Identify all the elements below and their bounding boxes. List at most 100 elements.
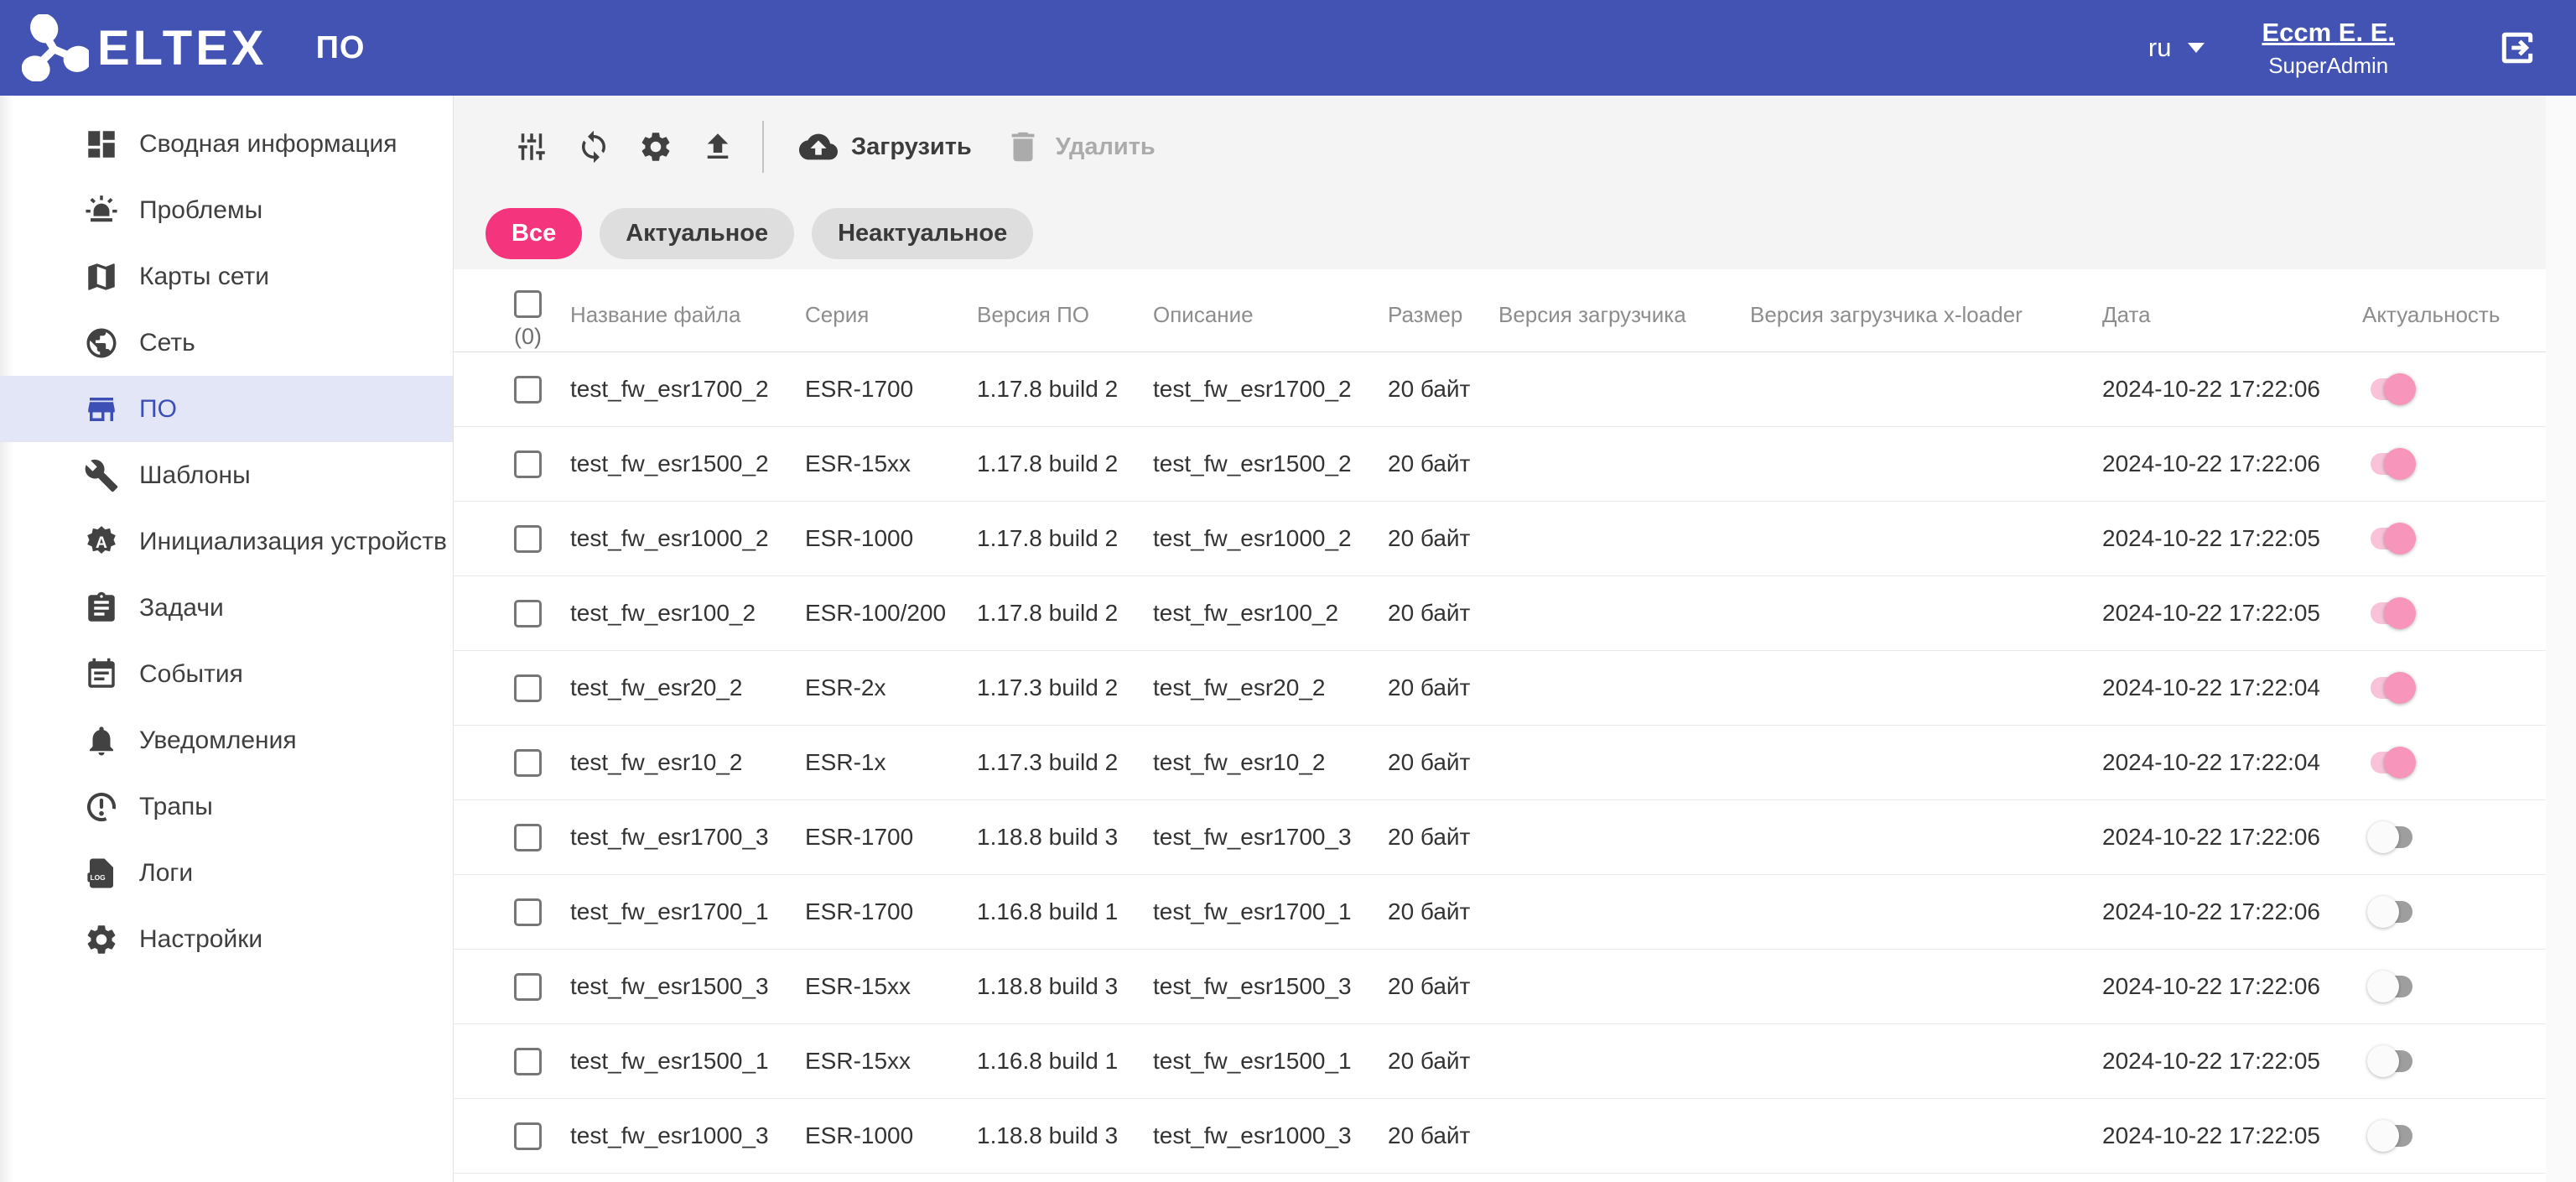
upload-firmware-label: Загрузить bbox=[851, 133, 972, 161]
cell-description: test_fw_esr1500_3 bbox=[1136, 950, 1371, 1023]
cell-description: test_fw_esr100_2 bbox=[1136, 576, 1371, 650]
cell-xloader bbox=[1733, 502, 2085, 575]
refresh-button[interactable] bbox=[576, 129, 611, 164]
cell-version: 1.17.3 build 2 bbox=[960, 651, 1136, 725]
sidebar-item-settings[interactable]: Настройки bbox=[0, 906, 453, 972]
sidebar-item-label: События bbox=[139, 660, 243, 689]
logout-button[interactable] bbox=[2496, 26, 2539, 70]
actuality-toggle[interactable] bbox=[2371, 378, 2412, 400]
cell-series: ESR-1700 bbox=[788, 875, 960, 949]
cell-series: ESR-1000 bbox=[788, 1099, 960, 1173]
cell-bootloader bbox=[1482, 726, 1733, 799]
sidebar-item-templates[interactable]: Шаблоны bbox=[0, 442, 453, 508]
row-checkbox[interactable] bbox=[514, 450, 542, 478]
table-settings-button[interactable] bbox=[638, 129, 673, 164]
cell-xloader bbox=[1733, 1024, 2085, 1098]
delete-firmware-button[interactable]: Удалить bbox=[1004, 128, 1156, 166]
firmware-table: (0) Название файла Серия Версия ПО Описа… bbox=[454, 269, 2546, 1182]
sidebar-item-icon bbox=[84, 591, 119, 626]
actuality-toggle[interactable] bbox=[2371, 976, 2412, 997]
sidebar-item-label: Уведомления bbox=[139, 726, 297, 755]
cell-size: 20 байт bbox=[1371, 502, 1482, 575]
actuality-toggle[interactable] bbox=[2371, 826, 2412, 848]
actuality-toggle[interactable] bbox=[2371, 528, 2412, 549]
actuality-toggle[interactable] bbox=[2371, 901, 2412, 923]
filter-chip-label: Неактуальное bbox=[838, 220, 1007, 247]
language-selector[interactable]: ru bbox=[2148, 33, 2205, 63]
sidebar-item-network-maps[interactable]: Карты сети bbox=[0, 243, 453, 310]
sidebar-item-label: Инициализация устройств bbox=[139, 528, 447, 556]
sidebar-item-label: Карты сети bbox=[139, 263, 269, 291]
sidebar-item-label: Логи bbox=[139, 859, 193, 888]
trash-icon bbox=[1004, 128, 1042, 166]
filter-chip-all[interactable]: Все bbox=[486, 208, 582, 259]
actuality-toggle[interactable] bbox=[2371, 677, 2412, 699]
app-header: ELTEX ПО ru Eccm E. E. SuperAdmin bbox=[0, 0, 2576, 96]
actuality-toggle[interactable] bbox=[2371, 752, 2412, 773]
row-checkbox[interactable] bbox=[514, 674, 542, 702]
row-checkbox[interactable] bbox=[514, 1048, 542, 1075]
cell-version: 1.16.8 build 1 bbox=[960, 875, 1136, 949]
cell-version: 1.17.8 build 2 bbox=[960, 352, 1136, 426]
cell-series: ESR-15xx bbox=[788, 427, 960, 501]
cell-series: ESR-1700 bbox=[788, 352, 960, 426]
cell-series: ESR-1x bbox=[788, 726, 960, 799]
cell-file-name: test_fw_esr1000_2 bbox=[553, 502, 788, 575]
user-name-link[interactable]: Eccm E. E. bbox=[2262, 18, 2395, 48]
column-header-series: Серия bbox=[788, 269, 960, 351]
sidebar-item-device-init[interactable]: Инициализация устройств bbox=[0, 508, 453, 575]
row-checkbox[interactable] bbox=[514, 1122, 542, 1150]
sidebar-item-icon bbox=[84, 723, 119, 758]
actuality-toggle[interactable] bbox=[2371, 1050, 2412, 1072]
page-title: ПО bbox=[316, 30, 366, 66]
column-header-xloader: Версия загрузчика x-loader bbox=[1733, 269, 2085, 351]
sidebar-item-icon bbox=[84, 856, 119, 891]
filter-columns-button[interactable] bbox=[514, 129, 549, 164]
sidebar-item-problems[interactable]: Проблемы bbox=[0, 177, 453, 243]
row-checkbox[interactable] bbox=[514, 600, 542, 627]
row-checkbox[interactable] bbox=[514, 376, 542, 404]
gear-icon bbox=[638, 129, 673, 164]
cell-series: ESR-1000 bbox=[788, 502, 960, 575]
table-row: test_fw_esr1700_2 ESR-1700 1.17.8 build … bbox=[454, 352, 2546, 427]
actuality-toggle[interactable] bbox=[2371, 1125, 2412, 1147]
sidebar-item-network[interactable]: Сеть bbox=[0, 310, 453, 376]
cell-size: 20 байт bbox=[1371, 651, 1482, 725]
cell-file-name: test_fw_esr1500_2 bbox=[553, 427, 788, 501]
sidebar-item-traps[interactable]: Трапы bbox=[0, 773, 453, 840]
row-checkbox[interactable] bbox=[514, 525, 542, 553]
row-checkbox[interactable] bbox=[514, 824, 542, 851]
row-checkbox[interactable] bbox=[514, 973, 542, 1001]
actuality-toggle[interactable] bbox=[2371, 602, 2412, 624]
scrollbar-gutter[interactable] bbox=[2546, 96, 2576, 1182]
upload-firmware-button[interactable]: Загрузить bbox=[799, 128, 972, 166]
cell-date: 2024-10-22 17:22:05 bbox=[2085, 1024, 2345, 1098]
export-button[interactable] bbox=[700, 129, 735, 164]
cell-series: ESR-15xx bbox=[788, 1024, 960, 1098]
cell-description: test_fw_esr1700_1 bbox=[1136, 875, 1371, 949]
cell-file-name: test_fw_esr1500_1 bbox=[553, 1024, 788, 1098]
cell-version: 1.18.8 build 3 bbox=[960, 1099, 1136, 1173]
sidebar-item-summary[interactable]: Сводная информация bbox=[0, 111, 453, 177]
sidebar-item-icon bbox=[84, 657, 119, 692]
filter-chip-inactive[interactable]: Неактуальное bbox=[812, 208, 1033, 259]
cell-description: test_fw_esr20_2 bbox=[1136, 651, 1371, 725]
user-menu[interactable]: Eccm E. E. SuperAdmin bbox=[2262, 18, 2395, 79]
cell-xloader bbox=[1733, 800, 2085, 874]
row-checkbox[interactable] bbox=[514, 898, 542, 926]
cell-description: test_fw_esr1700_3 bbox=[1136, 800, 1371, 874]
select-all-checkbox[interactable] bbox=[514, 290, 542, 318]
sidebar-item-notifications[interactable]: Уведомления bbox=[0, 707, 453, 773]
filter-chip-actual[interactable]: Актуальное bbox=[600, 208, 794, 259]
sidebar-item-software[interactable]: ПО bbox=[0, 376, 453, 442]
cell-size: 20 байт bbox=[1371, 726, 1482, 799]
sidebar-item-logs[interactable]: Логи bbox=[0, 840, 453, 906]
sidebar-item-tasks[interactable]: Задачи bbox=[0, 575, 453, 641]
column-filter-icon bbox=[514, 129, 549, 164]
table-body: test_fw_esr1700_2 ESR-1700 1.17.8 build … bbox=[454, 352, 2546, 1174]
row-checkbox[interactable] bbox=[514, 749, 542, 777]
upload-icon bbox=[700, 129, 735, 164]
actuality-toggle[interactable] bbox=[2371, 453, 2412, 475]
sidebar-item-events[interactable]: События bbox=[0, 641, 453, 707]
cell-size: 20 байт bbox=[1371, 352, 1482, 426]
